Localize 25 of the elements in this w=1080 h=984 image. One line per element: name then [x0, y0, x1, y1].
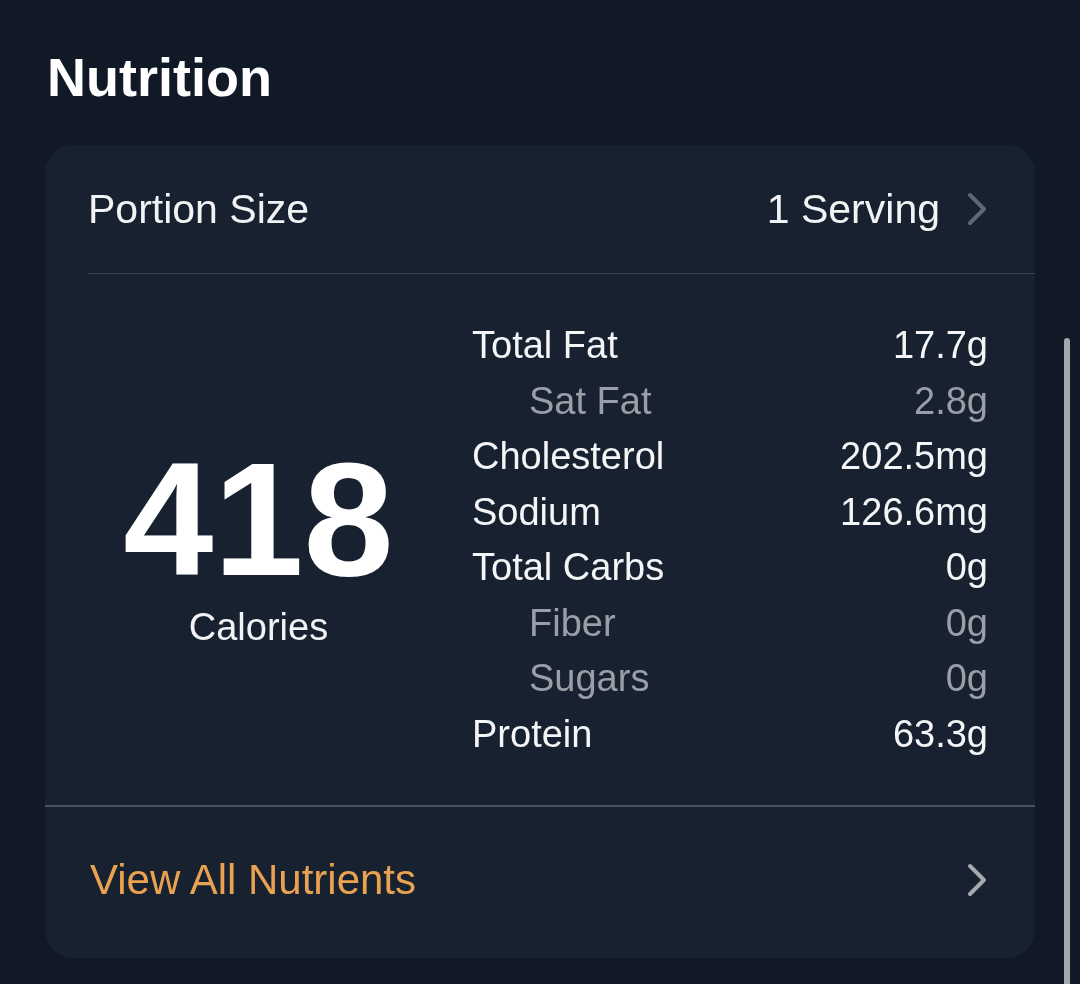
nutrient-amount: 202.5mg: [840, 435, 988, 479]
nutrient-name: Sugars: [529, 657, 650, 701]
section-title: Nutrition: [47, 46, 272, 109]
chevron-right-icon: [966, 192, 988, 226]
nutrient-name: Total Fat: [472, 324, 618, 368]
nutrient-amount: 0g: [945, 601, 988, 645]
nutrient-name: Protein: [472, 712, 593, 756]
portion-size-row[interactable]: Portion Size 1 Serving: [88, 145, 1035, 274]
scrollbar-thumb[interactable]: [1064, 338, 1070, 984]
nutrient-amount: 2.8g: [914, 379, 988, 423]
nutrient-name: Cholesterol: [472, 435, 665, 479]
nutrient-amount: 0g: [945, 546, 988, 590]
nutrient-amount: 17.7g: [892, 324, 988, 368]
portion-size-label: Portion Size: [88, 185, 310, 233]
nutrient-amount: 63.3g: [892, 712, 988, 756]
chevron-right-icon: [966, 862, 988, 897]
nutrient-amount: 0g: [945, 657, 988, 701]
portion-size-value: 1 Serving: [766, 185, 940, 233]
nutrient-amount: 126.6mg: [840, 490, 988, 534]
calories-value: 418: [123, 443, 394, 594]
nutrient-name: Sat Fat: [529, 379, 652, 423]
calories-label: Calories: [188, 604, 329, 650]
nutrient-name: Total Carbs: [472, 546, 665, 590]
nutrient-name: Fiber: [529, 601, 616, 645]
nutrient-name: Sodium: [472, 490, 601, 534]
